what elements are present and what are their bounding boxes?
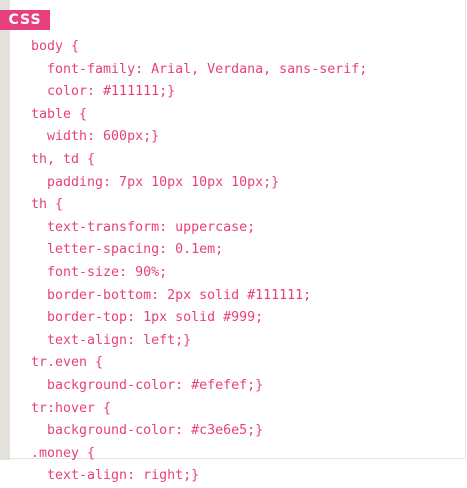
code-line: th, td { [31, 151, 96, 167]
code-line: font-family: Arial, Verdana, sans-serif; [31, 61, 368, 77]
code-block: body { font-family: Arial, Verdana, sans… [31, 36, 367, 488]
code-line: body { [31, 39, 80, 54]
code-line: text-align: left;} [31, 332, 192, 348]
code-line: background-color: #efefef;} [31, 377, 264, 393]
code-line: tr:hover { [31, 400, 112, 416]
code-line: .money { [31, 445, 96, 461]
code-line: width: 600px;} [31, 129, 160, 145]
code-line: letter-spacing: 0.1em; [31, 242, 224, 258]
code-line: font-size: 90%; [31, 264, 168, 280]
left-margin-strip [0, 0, 10, 460]
code-line: color: #111111;} [31, 84, 176, 100]
code-line: border-top: 1px solid #999; [31, 310, 264, 326]
code-line: background-color: #c3e6e5;} [31, 423, 264, 439]
code-line: table { [31, 106, 88, 122]
code-line: padding: 7px 10px 10px 10px;} [31, 174, 280, 190]
code-line: border-bottom: 2px solid #111111; [31, 287, 312, 303]
language-badge: CSS [0, 10, 50, 30]
code-line: text-align: right;} [31, 468, 200, 484]
code-line: tr.even { [31, 355, 104, 371]
code-line: th { [31, 197, 64, 213]
code-line: text-transform: uppercase; [31, 219, 256, 235]
